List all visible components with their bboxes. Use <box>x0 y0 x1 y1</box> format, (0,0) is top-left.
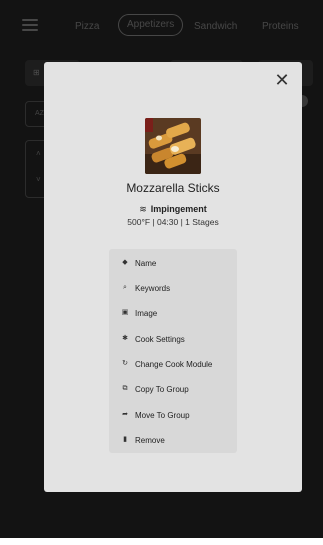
action-keywords[interactable]: ⌕ Keywords <box>109 278 237 298</box>
cook-method: ≋ Impingement <box>44 204 302 215</box>
tag-icon: ◆ <box>122 259 128 266</box>
action-label: Cook Settings <box>135 334 185 344</box>
search-icon: ⌕ <box>123 284 127 291</box>
action-move-to-group[interactable]: ➦ Move To Group <box>109 405 237 425</box>
action-label: Keywords <box>135 283 171 293</box>
gear-icon: ✱ <box>122 335 128 342</box>
action-remove[interactable]: ▮ Remove <box>109 430 237 450</box>
app-screen: Pizza Appetizers Sandwich Proteins ⊞ AZ … <box>0 0 323 538</box>
impingement-icon: ≋ <box>139 204 147 214</box>
cook-method-label: Impingement <box>150 204 207 214</box>
actions-menu: ◆ Name ⌕ Keywords ▣ Image ✱ Cook Setting… <box>109 249 237 453</box>
action-label: Image <box>135 308 158 318</box>
copy-icon: ⧉ <box>122 385 128 392</box>
close-icon[interactable]: ✕ <box>274 71 290 89</box>
action-label: Change Cook Module <box>135 359 213 369</box>
image-icon: ▣ <box>121 309 129 316</box>
move-icon: ➦ <box>122 411 128 418</box>
action-copy-to-group[interactable]: ⧉ Copy To Group <box>109 379 237 399</box>
item-name-title: Mozzarella Sticks <box>126 181 220 195</box>
refresh-icon: ↻ <box>122 360 128 367</box>
trash-icon: ▮ <box>123 436 127 443</box>
item-options-dialog: ✕ Mozzarella Sticks ≋ Impingement 500°F … <box>44 62 302 492</box>
cook-specs: 500°F | 04:30 | 1 Stages <box>127 217 219 227</box>
mozzarella-sticks-image <box>145 118 201 174</box>
action-label: Remove <box>135 435 165 445</box>
item-thumbnail <box>145 118 201 174</box>
action-label: Copy To Group <box>135 384 189 394</box>
action-cook-settings[interactable]: ✱ Cook Settings <box>109 329 237 349</box>
action-label: Move To Group <box>135 410 190 420</box>
action-image[interactable]: ▣ Image <box>109 303 237 323</box>
action-change-cook-module[interactable]: ↻ Change Cook Module <box>109 354 237 374</box>
action-name[interactable]: ◆ Name <box>109 253 237 273</box>
action-label: Name <box>135 258 157 268</box>
